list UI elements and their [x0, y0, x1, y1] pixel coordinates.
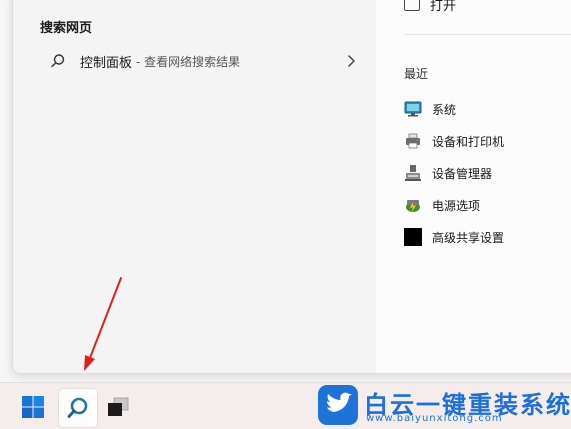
- device-manager-icon: [405, 165, 421, 181]
- recent-item-label: 高级共享设置: [432, 230, 505, 245]
- details-pane: 打开 最近 系统 设备和打印机 设备管理器 电源选项 高级共享设置: [376, 0, 571, 373]
- recent-list: 系统 设备和打印机 设备管理器 电源选项 高级共享设置: [404, 93, 504, 253]
- recent-item-devices-printers[interactable]: 设备和打印机: [404, 125, 504, 157]
- red-arrow-annotation: [84, 277, 122, 371]
- web-search-result[interactable]: 控制面板 - 查看网络搜索结果: [40, 46, 360, 76]
- power-options-icon: [406, 200, 420, 212]
- task-view-button[interactable]: [99, 388, 137, 426]
- watermark: 白云一键重装系统 www.baiyunxitong.com: [318, 382, 570, 428]
- monitor-icon: [404, 101, 422, 117]
- recent-item-label: 设备管理器: [432, 166, 493, 181]
- open-action-label: 打开: [430, 0, 457, 14]
- open-action[interactable]: 打开: [404, 0, 456, 14]
- black-square-icon: [404, 228, 422, 246]
- taskbar-search-button[interactable]: [58, 388, 98, 428]
- recent-item-power-options[interactable]: 电源选项: [404, 189, 504, 221]
- recent-item-device-manager[interactable]: 设备管理器: [404, 157, 504, 189]
- bird-logo-icon: [318, 385, 358, 425]
- search-icon: [67, 397, 88, 418]
- search-results-pane: 搜索网页 控制面板 - 查看网络搜索结果: [13, 0, 376, 373]
- recent-item-label: 电源选项: [432, 198, 481, 213]
- open-icon: [404, 0, 420, 11]
- windows-logo-icon: [22, 396, 44, 418]
- divider: [404, 34, 571, 35]
- watermark-url: www.baiyunxitong.com: [366, 413, 503, 424]
- section-title: 搜索网页: [40, 21, 93, 36]
- start-button[interactable]: [14, 388, 52, 426]
- chevron-right-icon[interactable]: [342, 52, 360, 70]
- task-view-icon: [108, 397, 129, 416]
- result-sub-text: - 查看网络搜索结果: [136, 54, 241, 69]
- recent-item-advanced-sharing[interactable]: 高级共享设置: [404, 221, 504, 253]
- recent-item-system[interactable]: 系统: [404, 93, 504, 125]
- printer-icon: [406, 133, 420, 149]
- search-icon: [51, 54, 65, 68]
- result-main-text: 控制面板: [80, 55, 133, 71]
- recent-title: 最近: [404, 67, 429, 81]
- recent-item-label: 设备和打印机: [432, 134, 505, 149]
- recent-item-label: 系统: [432, 102, 457, 117]
